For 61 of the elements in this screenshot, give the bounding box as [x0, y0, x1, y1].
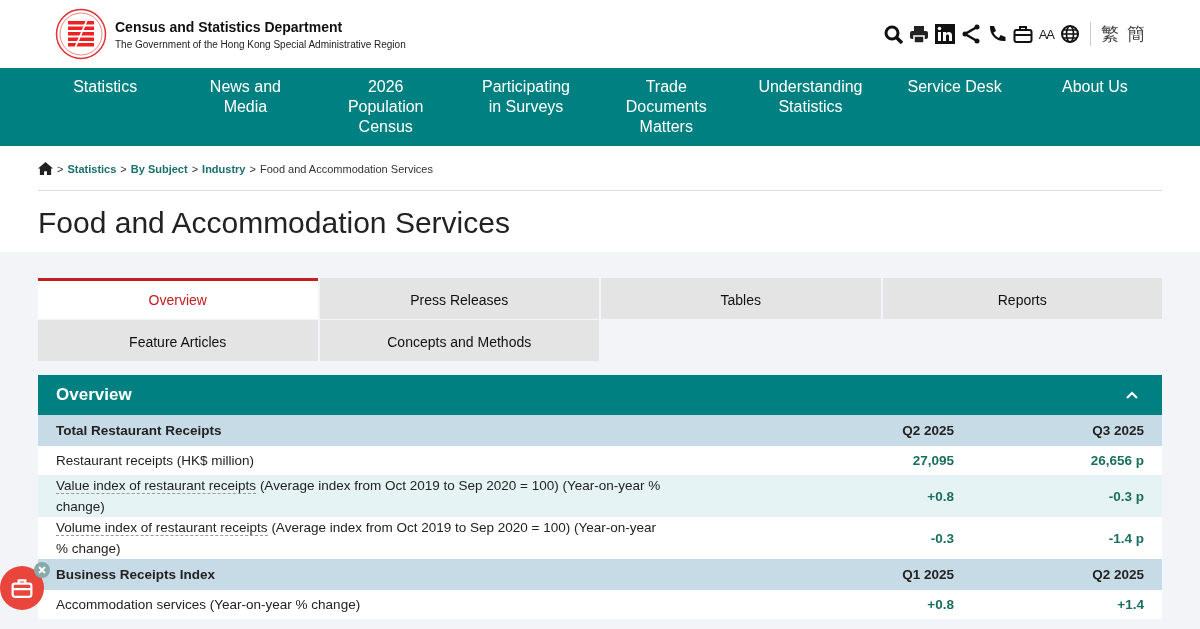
table-cell-text: Restaurant receipts (HK$ million) — [56, 452, 256, 470]
page-title: Food and Accommodation Services — [37, 205, 511, 241]
search-icon[interactable] — [882, 24, 903, 44]
table-cell-text: Accommodation services (Year-on-year % change) — [56, 596, 362, 614]
home-icon[interactable] — [38, 161, 53, 176]
table-cell-text: -1.4 p — [1107, 530, 1144, 546]
linkedin-icon[interactable] — [934, 24, 955, 44]
table-cell-text: 27,095 — [911, 453, 954, 468]
logo-icon[interactable] — [55, 8, 107, 60]
briefcase-icon[interactable] — [1012, 24, 1033, 44]
breadcrumb-link[interactable]: Statistics — [67, 162, 117, 175]
tab[interactable]: Press Releases — [319, 278, 599, 319]
close-icon — [37, 565, 47, 575]
column-header: Q3 2025 — [1091, 423, 1144, 438]
nav-item[interactable]: Trade Documents Matters — [596, 68, 737, 146]
column-header: Total Restaurant Receipts — [56, 422, 223, 440]
floating-button[interactable] — [0, 566, 44, 610]
table-cell-text: +0.8 — [926, 488, 954, 504]
table-cell-text: Value index of restaurant receipts (Average index from Oct 2019 to Sep 2020 = 100) (Year-on-year % change) — [56, 477, 662, 516]
nav-item[interactable]: About Us — [1024, 68, 1166, 146]
language-link[interactable]: 繁 — [1101, 22, 1119, 46]
table-cell-text: +1.4 — [1116, 597, 1144, 612]
table-cell-text: -0.3 — [929, 530, 954, 546]
government-name: The Government of the Hong Kong Special Administrative Region — [115, 38, 406, 50]
department-name: Census and Statistics Department — [115, 18, 344, 35]
printer-icon[interactable] — [908, 24, 929, 44]
globe-icon[interactable] — [1060, 24, 1080, 44]
breadcrumb-separator: > — [249, 162, 256, 175]
panel-header[interactable]: Overview — [38, 375, 1162, 415]
breadcrumb-separator: > — [191, 162, 199, 175]
tab[interactable]: Reports — [882, 278, 1162, 319]
table-cell-text: 26,656 p — [1089, 453, 1144, 468]
chevron-icon[interactable] — [1126, 391, 1138, 399]
nav-item[interactable]: 2026 Population Census — [315, 68, 456, 146]
nav-item[interactable]: News and Media — [175, 68, 316, 146]
share-icon[interactable] — [960, 24, 981, 44]
language-link[interactable]: 簡 — [1127, 22, 1145, 46]
nav-item[interactable]: Understanding Statistics — [736, 68, 885, 146]
panel-title: Overview — [56, 385, 132, 405]
breadcrumb-separator: > — [120, 162, 127, 175]
font-size-button[interactable]: AA — [1038, 26, 1054, 42]
close-button[interactable] — [34, 562, 50, 578]
tab[interactable]: Feature Articles — [38, 320, 318, 361]
table-cell-text: +0.8 — [926, 597, 954, 612]
breadcrumb-link[interactable]: By Subject — [130, 162, 188, 175]
breadcrumb-link[interactable]: Industry — [202, 162, 246, 175]
breadcrumb-separator: > — [57, 162, 64, 175]
column-header: Q2 2025 — [901, 423, 954, 438]
table-cell-text: -0.3 p — [1107, 488, 1144, 504]
tab[interactable]: Overview — [38, 278, 318, 319]
breadcrumb-current: Food and Accommodation Services — [259, 162, 433, 175]
column-header: Q2 2025 — [1091, 567, 1144, 582]
briefcase-icon — [11, 577, 33, 599]
nav-item[interactable]: Participating in Surveys — [455, 68, 597, 146]
column-header: Q1 2025 — [901, 567, 954, 582]
tab[interactable]: Concepts and Methods — [319, 320, 599, 361]
column-header: Business Receipts Index — [56, 566, 217, 584]
nav-item[interactable]: Statistics — [35, 68, 176, 146]
tab[interactable]: Tables — [601, 278, 881, 319]
nav-item[interactable]: Service Desk — [884, 68, 1025, 146]
table-cell-text: Volume index of restaurant receipts (Average index from Oct 2019 to Sep 2020 = 100) (Year-on-year % change) — [56, 519, 657, 558]
